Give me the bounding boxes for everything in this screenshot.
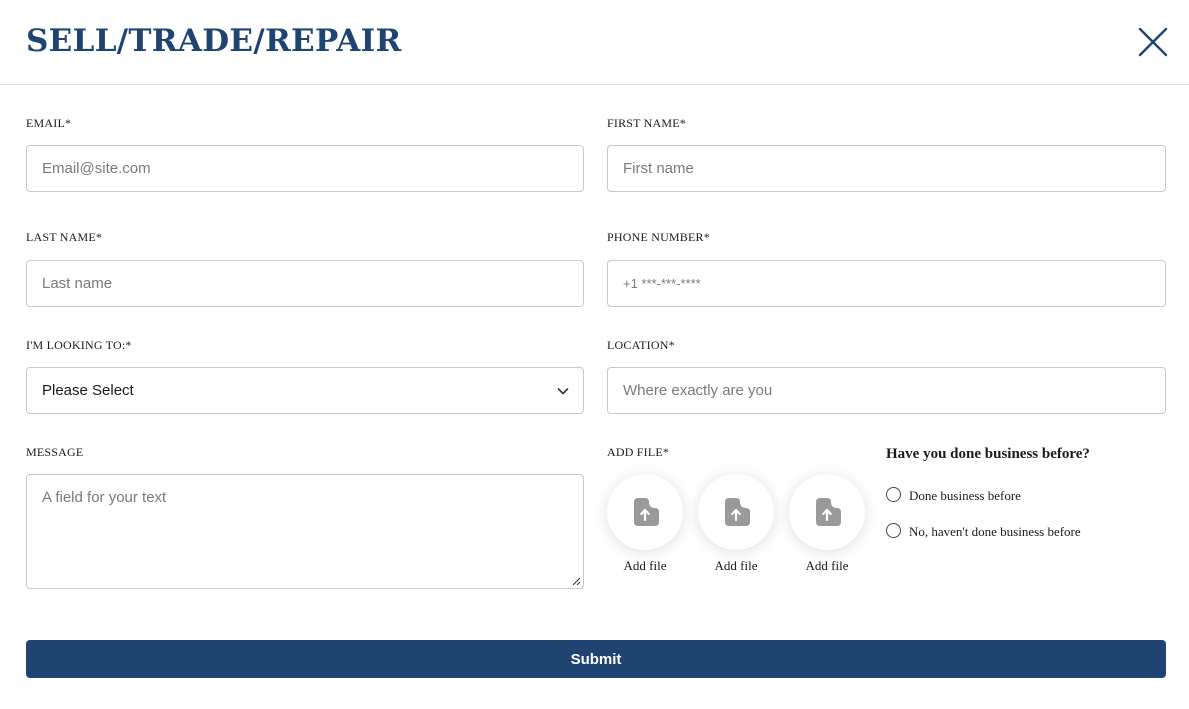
submit-button[interactable]: Submit	[26, 640, 1166, 678]
modal-header: SELL/TRADE/REPAIR	[0, 0, 1189, 85]
modal-title: SELL/TRADE/REPAIR	[26, 23, 402, 59]
looking-to-selected-value: Please Select	[42, 382, 134, 399]
close-icon	[1138, 27, 1168, 57]
add-file-label-3: Add file	[805, 558, 849, 573]
chevron-down-icon	[557, 388, 569, 395]
looking-to-label: I'M LOOKING TO:*	[26, 338, 132, 352]
last-name-field[interactable]	[26, 260, 584, 307]
business-before-question: Have you done business before?	[886, 446, 1090, 462]
radio-done-business[interactable]: Done business before	[886, 487, 1066, 503]
add-file-button-1[interactable]	[607, 474, 683, 550]
first-name-field[interactable]	[607, 145, 1166, 192]
close-button[interactable]	[1136, 25, 1170, 59]
first-name-label: FIRST NAME*	[607, 116, 686, 130]
email-field[interactable]	[26, 145, 584, 192]
last-name-label: LAST NAME*	[26, 230, 103, 244]
radio-button[interactable]	[886, 523, 901, 538]
upload-file-icon	[725, 498, 750, 526]
add-file-label-1: Add file	[623, 558, 667, 573]
phone-field[interactable]	[607, 260, 1166, 307]
add-file-label: ADD FILE*	[607, 445, 670, 459]
radio-label: No, haven't done business before	[909, 524, 1081, 539]
upload-file-icon	[816, 498, 841, 526]
add-file-button-2[interactable]	[698, 474, 774, 550]
looking-to-select[interactable]: Please Select	[26, 367, 584, 414]
upload-file-icon	[634, 498, 659, 526]
message-label: MESSAGE	[26, 445, 84, 459]
radio-button[interactable]	[886, 487, 901, 502]
add-file-button-3[interactable]	[789, 474, 865, 550]
resize-handle-icon[interactable]	[572, 577, 581, 586]
add-file-label-2: Add file	[714, 558, 758, 573]
email-label: EMAIL*	[26, 116, 72, 130]
location-field[interactable]	[607, 367, 1166, 414]
phone-label: PHONE NUMBER*	[607, 230, 710, 244]
radio-label: Done business before	[909, 488, 1021, 503]
location-label: LOCATION*	[607, 338, 675, 352]
radio-not-done-business[interactable]: No, haven't done business before	[886, 523, 1116, 539]
message-textarea[interactable]	[26, 474, 584, 589]
